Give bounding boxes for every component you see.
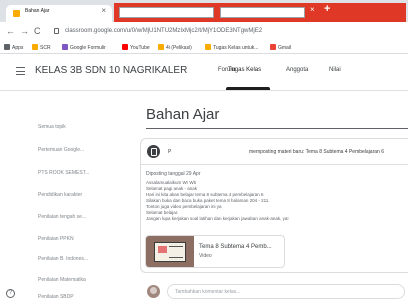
tab-anggota[interactable]: Anggota (286, 67, 308, 73)
classroom-favicon-icon (13, 10, 20, 17)
forward-icon[interactable]: → (20, 26, 29, 36)
redacted-tab[interactable] (119, 7, 214, 18)
bookmark-apps[interactable]: Apps (4, 44, 23, 52)
sidebar-item-pertemuan-google[interactable]: Pertemuan Google... (38, 147, 84, 153)
classroom-icon (205, 44, 211, 50)
attachment-title: Tema 8 Subtema 4 Pemb... (199, 244, 272, 250)
reload-icon[interactable]: C (34, 26, 41, 36)
classroom-header: KELAS 3B SDN 10 NAGRIKALER Forum Tugas K… (0, 54, 408, 91)
class-comment-input[interactable] (167, 284, 405, 299)
post-body: Assalamualaikum Wr Wb Selamat pagi anak … (146, 180, 406, 222)
bookmarks-bar: Apps SCR Google Formulir YouTube 4i (Pel… (0, 41, 408, 54)
classroom-icon (32, 44, 38, 50)
back-icon[interactable]: ← (6, 26, 15, 36)
sidebar-item-penilaian-sbdp[interactable]: Penilaian SBDP (38, 294, 74, 300)
post-date: Diposting tanggal 29 Apr (146, 171, 201, 177)
address-bar[interactable]: classroom.google.com/u/0/w/MjU1NTU2MzIxM… (52, 25, 372, 38)
post-header[interactable]: P memposting materi baru: Tema 8 Subtema… (141, 139, 408, 165)
browser-tab-active[interactable]: Bahan Ajar × (6, 5, 112, 22)
help-icon[interactable]: ? (6, 289, 15, 298)
bookmark-pelikasi[interactable]: 4i (Pelikasi) (158, 44, 192, 52)
bookmark-youtube[interactable]: YouTube (122, 44, 150, 52)
sidebar-item-penilaian-bindonesia[interactable]: Penilaian B. Indones... (38, 256, 88, 262)
bookmark-tugas-kelas[interactable]: Tugas Kelas untuk... (205, 44, 258, 52)
post-headline: memposting materi baru: Tema 8 Subtema 4… (249, 149, 384, 155)
youtube-icon (122, 44, 128, 50)
material-icon (147, 145, 160, 158)
sidebar-item-pts[interactable]: PTS ROOK SEMEST... (38, 170, 89, 176)
forms-icon (62, 44, 68, 50)
apps-icon (4, 44, 10, 50)
classroom-icon (158, 44, 164, 50)
tab-tugas-kelas[interactable]: Tugas Kelas (228, 67, 261, 73)
comment-row (140, 276, 408, 304)
new-tab-icon[interactable]: + (324, 3, 330, 15)
tab-title: Bahan Ajar (25, 8, 50, 14)
video-attachment[interactable]: Tema 8 Subtema 4 Pemb... Video (145, 235, 285, 268)
avatar (147, 285, 160, 298)
bookmark-gmail[interactable]: Gmail (270, 44, 291, 52)
tab-nilai[interactable]: Nilai (329, 67, 341, 73)
sidebar-item-semua-topik[interactable]: Semua topik (38, 124, 66, 130)
video-thumbnail (146, 236, 194, 267)
attachment-type: Video (199, 253, 212, 259)
post-body-line: Jangan lupa kerjakan soal latihan dan ke… (146, 216, 289, 221)
sidebar-item-pendidikan-karakter[interactable]: Pendidikan karakter (38, 192, 82, 198)
gmail-icon (270, 44, 276, 50)
bookmark-google-formulir[interactable]: Google Formulir (62, 44, 106, 52)
sidebar-item-penilaian-matematika[interactable]: Penilaian Matematika (38, 277, 86, 283)
material-post-card[interactable]: P memposting materi baru: Tema 8 Subtema… (140, 138, 408, 273)
bookmark-scr[interactable]: SCR (32, 44, 51, 52)
active-tab-indicator (226, 87, 270, 90)
browser-navbar: ← → C classroom.google.com/u/0/w/MjU1NTU… (0, 22, 408, 41)
post-author: P (168, 149, 172, 155)
menu-icon[interactable] (16, 67, 25, 76)
topic-title: Bahan Ajar (146, 106, 220, 123)
close-icon[interactable]: × (310, 5, 315, 14)
browser-tab-strip: Bahan Ajar × × + (0, 0, 408, 22)
class-title[interactable]: KELAS 3B SDN 10 NAGRIKALER (35, 65, 187, 76)
tab-close-icon[interactable]: × (101, 6, 106, 15)
redacted-tab-area: × + (114, 3, 406, 22)
lock-icon (54, 28, 59, 34)
url-text: classroom.google.com/u/0/w/MjU1NTU2MzIxM… (65, 28, 263, 34)
topic-divider (146, 128, 408, 129)
redacted-tab[interactable] (220, 7, 305, 18)
sidebar-item-penilaian-ppkn[interactable]: Penilaian PPKN (38, 236, 74, 242)
sidebar-item-penilaian-tengah[interactable]: Penilaian tengah se... (38, 214, 86, 220)
